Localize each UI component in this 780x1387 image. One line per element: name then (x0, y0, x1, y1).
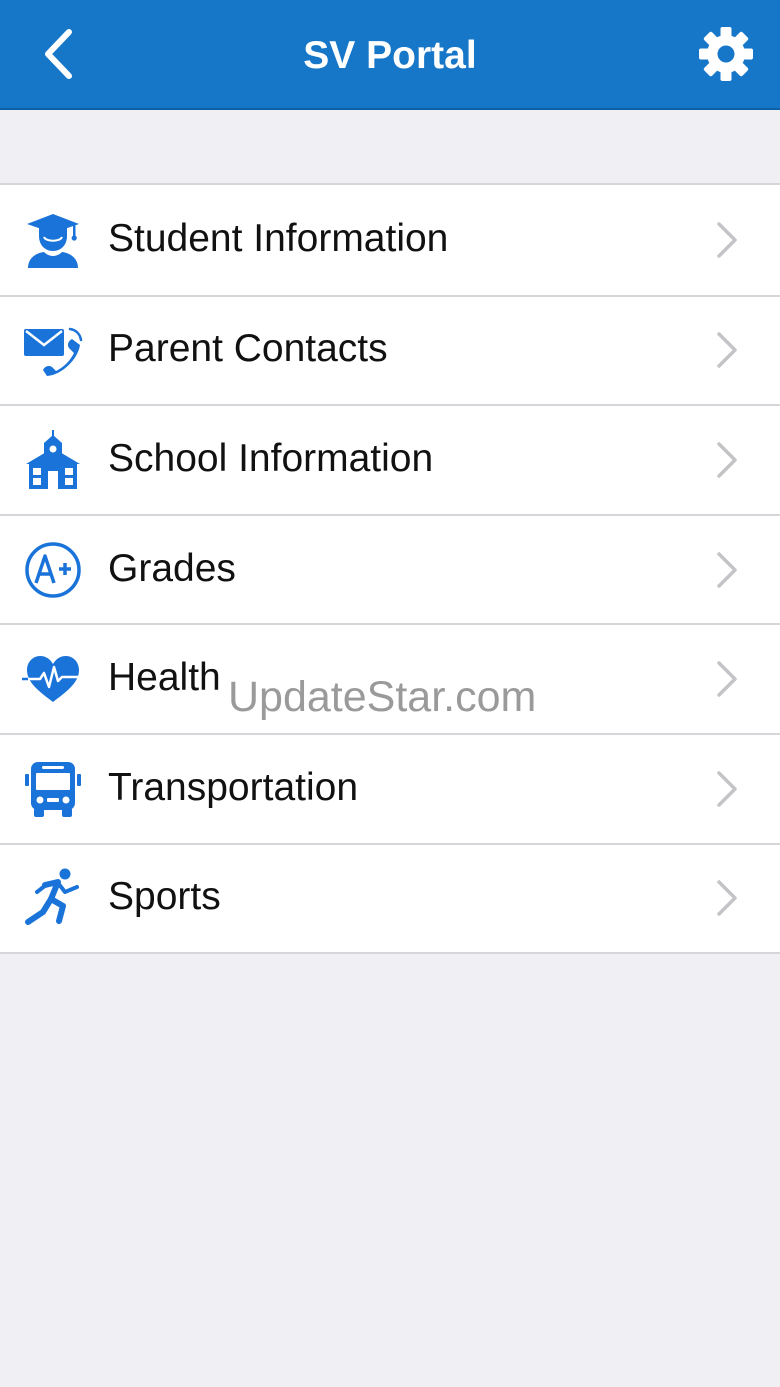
envelope-phone-icon (24, 328, 83, 377)
menu-item-label: Transportation (108, 765, 359, 809)
menu-item-health[interactable]: Health (0, 623, 780, 733)
nav-bar: SV Portal (0, 0, 780, 110)
menu-item-school-information[interactable]: School Information (0, 404, 780, 514)
menu-item-label: Health (108, 656, 221, 700)
row-icon-wrap (22, 758, 84, 820)
heart-pulse-icon (22, 656, 84, 703)
chevron-right-icon (717, 222, 737, 258)
chevron-right-icon (717, 661, 737, 697)
menu-item-label: Grades (108, 546, 236, 590)
row-icon-wrap (22, 429, 84, 491)
chevron-right-icon (717, 551, 737, 588)
menu-item-label: Sports (108, 875, 221, 919)
menu-item-student-information[interactable]: Student Information (0, 185, 780, 295)
chevron-right-icon (717, 880, 737, 917)
row-icon-wrap (22, 209, 84, 271)
menu-item-sports[interactable]: Sports (0, 842, 780, 953)
menu-item-transportation[interactable]: Transportation (0, 732, 780, 843)
a-plus-icon (25, 541, 81, 598)
schoolhouse-icon (26, 429, 80, 489)
gear-icon (699, 27, 753, 81)
menu-item-label: School Information (108, 437, 434, 481)
row-icon-wrap (22, 319, 84, 381)
row-icon-wrap (22, 648, 84, 710)
chevron-right-icon (717, 771, 737, 807)
menu-item-grades[interactable]: Grades (0, 513, 780, 624)
menu-item-parent-contacts[interactable]: Parent Contacts (0, 294, 780, 405)
settings-button[interactable] (696, 24, 756, 84)
chevron-right-icon (717, 332, 737, 369)
graduate-icon (27, 213, 79, 268)
runner-icon (25, 868, 79, 926)
row-icon-wrap (22, 867, 84, 929)
bus-icon (25, 761, 81, 817)
page-title: SV Portal (303, 34, 477, 77)
menu-item-label: Parent Contacts (108, 327, 388, 371)
row-icon-wrap (22, 539, 84, 601)
chevron-right-icon (717, 442, 737, 478)
portal-menu: Student Information Parent Contacts Scho… (0, 183, 780, 955)
menu-item-label: Student Information (108, 216, 449, 260)
